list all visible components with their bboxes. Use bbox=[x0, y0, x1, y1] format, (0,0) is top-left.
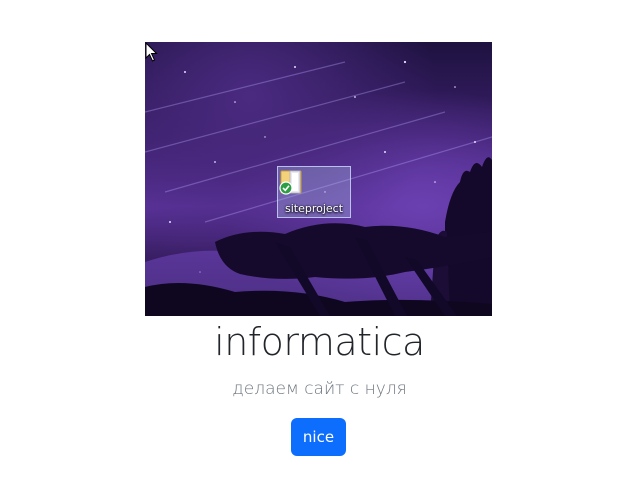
folder-with-sync-check-icon bbox=[279, 170, 302, 195]
page: siteproject informatica делаем сайт с ну… bbox=[0, 0, 639, 485]
desktop-folder-icon[interactable]: siteproject bbox=[277, 166, 351, 218]
hero-screenshot-image: siteproject bbox=[145, 42, 492, 316]
mouse-pointer-icon bbox=[145, 42, 158, 62]
page-subtitle: делаем сайт с нуля bbox=[232, 379, 407, 399]
nice-button[interactable]: nice bbox=[291, 418, 346, 456]
desktop-icon-label: siteproject bbox=[284, 202, 344, 215]
page-title: informatica bbox=[214, 320, 425, 364]
